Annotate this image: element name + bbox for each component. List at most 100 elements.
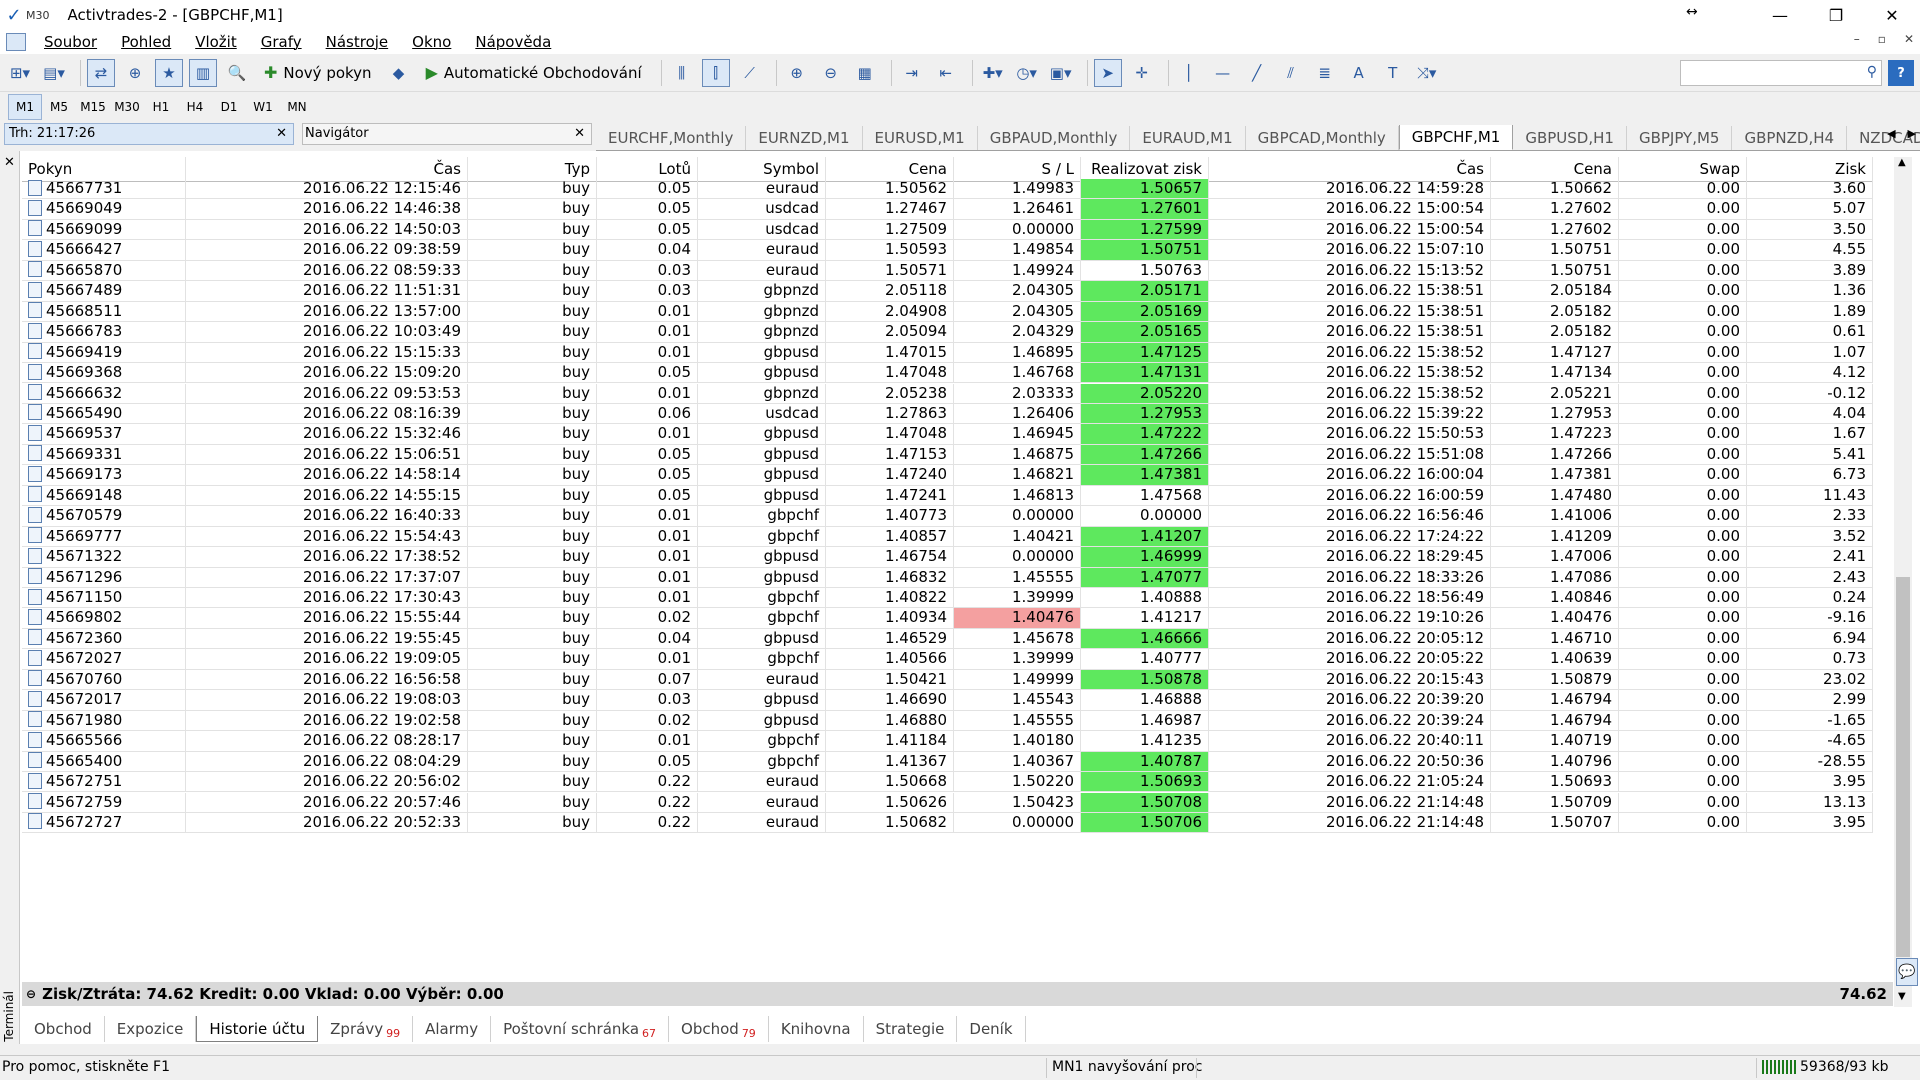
table-row[interactable]: 45665490 2016.06.22 08:16:39 buy 0.06 usdcad…: [22, 403, 1893, 425]
terminal-tab[interactable]: Poštovní schránka 67: [491, 1016, 670, 1042]
table-row[interactable]: 45666783 2016.06.22 10:03:49 buy 0.01 gbpnzd…: [22, 322, 1893, 343]
strategy-tester-icon[interactable]: 🔍: [223, 59, 251, 87]
table-row[interactable]: 45669419 2016.06.22 15:15:33 buy 0.01 gbpusd…: [22, 342, 1893, 364]
timeframe-m30[interactable]: M30: [110, 94, 144, 120]
table-row[interactable]: 45669537 2016.06.22 15:32:46 buy 0.01 gbpusd…: [22, 424, 1893, 445]
timeframe-d1[interactable]: D1: [212, 94, 246, 120]
close-icon[interactable]: ✕: [574, 126, 585, 141]
trendline-icon[interactable]: ╱: [1243, 59, 1271, 87]
chart-tab[interactable]: EURCHF,Monthly: [596, 126, 747, 150]
table-row[interactable]: 45665400 2016.06.22 08:04:29 buy 0.05 gbpchf…: [22, 751, 1893, 773]
chart-tab[interactable]: GBPAUD,Monthly: [978, 126, 1131, 150]
vertical-line-icon[interactable]: │: [1175, 59, 1203, 87]
table-row[interactable]: 45672027 2016.06.22 19:09:05 buy 0.01 gbpchf…: [22, 649, 1893, 670]
bar-chart-icon[interactable]: ⫼: [668, 59, 696, 87]
chart-tab[interactable]: GBPCAD,Monthly: [1246, 126, 1399, 150]
templates-icon[interactable]: ▣▾: [1047, 59, 1075, 87]
terminal-icon[interactable]: ▥: [189, 58, 217, 87]
timeframe-m15[interactable]: M15: [76, 94, 110, 120]
equidistant-channel-icon[interactable]: ⫽: [1277, 59, 1305, 87]
profiles-icon[interactable]: ▤▾: [40, 59, 68, 87]
terminal-tab[interactable]: Knihovna: [769, 1016, 864, 1042]
table-row[interactable]: 45667489 2016.06.22 11:51:31 buy 0.03 gbpnzd…: [22, 281, 1893, 302]
table-row[interactable]: 45671150 2016.06.22 17:30:43 buy 0.01 gbpchf…: [22, 588, 1893, 609]
table-row[interactable]: 45671322 2016.06.22 17:38:52 buy 0.01 gbpusd…: [22, 547, 1893, 568]
indicators-icon[interactable]: ✚▾: [979, 59, 1007, 87]
chart-shift-icon[interactable]: ⇤: [932, 59, 960, 87]
market-watch-icon[interactable]: ⇄: [87, 58, 115, 87]
table-row[interactable]: 45669148 2016.06.22 14:55:15 buy 0.05 gbpusd…: [22, 485, 1893, 507]
zoom-in-icon[interactable]: ⊕: [783, 59, 811, 87]
table-row[interactable]: 45672017 2016.06.22 19:08:03 buy 0.03 gbpusd…: [22, 690, 1893, 711]
terminal-tab[interactable]: Deník: [957, 1016, 1026, 1042]
fibonacci-icon[interactable]: ≣: [1311, 59, 1339, 87]
table-row[interactable]: 45668511 2016.06.22 13:57:00 buy 0.01 gbpnzd…: [22, 301, 1893, 323]
terminal-tab[interactable]: Expozice: [105, 1016, 197, 1042]
metaeditor-icon[interactable]: ◆: [385, 59, 413, 87]
menu-soubor[interactable]: Soubor: [32, 33, 109, 51]
new-order-button[interactable]: ✚ Nový pokyn: [257, 59, 379, 87]
data-window-icon[interactable]: ⊕: [121, 59, 149, 87]
terminal-tab[interactable]: Zprávy 99: [318, 1016, 414, 1042]
close-icon[interactable]: ✕: [276, 126, 287, 141]
auto-trading-button[interactable]: ▶ Automatické Obchodování: [419, 59, 649, 87]
terminal-close-icon[interactable]: ✕: [4, 155, 15, 170]
line-chart-icon[interactable]: ⟋: [736, 59, 764, 87]
table-row[interactable]: 45665566 2016.06.22 08:28:17 buy 0.01 gbpchf…: [22, 731, 1893, 752]
cursor-icon[interactable]: ➤: [1093, 58, 1122, 87]
terminal-tab[interactable]: Alarmy: [413, 1016, 492, 1042]
table-row[interactable]: 45666632 2016.06.22 09:53:53 buy 0.01 gbpnzd…: [22, 383, 1893, 404]
chart-tab[interactable]: GBPUSD,H1: [1513, 126, 1627, 150]
timeframe-m5[interactable]: M5: [42, 94, 76, 120]
candlestick-chart-icon[interactable]: ⫿: [701, 58, 730, 87]
menu-napoveda[interactable]: Nápověda: [463, 33, 563, 51]
chart-tab[interactable]: EURAUD,M1: [1130, 126, 1246, 150]
navigator-icon[interactable]: ★: [155, 58, 183, 87]
vertical-scrollbar[interactable]: ▲ ▼: [1894, 157, 1912, 1007]
table-row[interactable]: 45665870 2016.06.22 08:59:33 buy 0.03 euraud…: [22, 260, 1893, 282]
terminal-tab[interactable]: Obchod 79: [669, 1016, 769, 1042]
tab-scroll-right-icon[interactable]: ▶: [1908, 127, 1916, 140]
timeframe-w1[interactable]: W1: [246, 94, 280, 120]
menu-vlozit[interactable]: Vložit: [183, 33, 249, 51]
mdi-close-button[interactable]: ✕: [1904, 32, 1914, 46]
chat-icon[interactable]: 💬: [1896, 958, 1918, 986]
text-label-icon[interactable]: T: [1379, 59, 1407, 87]
table-row[interactable]: 45671296 2016.06.22 17:37:07 buy 0.01 gbpusd…: [22, 567, 1893, 588]
close-button[interactable]: ✕: [1864, 0, 1920, 30]
autoscroll-icon[interactable]: ⇥: [898, 59, 926, 87]
timeframe-h1[interactable]: H1: [144, 94, 178, 120]
table-row[interactable]: 45671980 2016.06.22 19:02:58 buy 0.02 gbpusd…: [22, 710, 1893, 732]
table-row[interactable]: 45670579 2016.06.22 16:40:33 buy 0.01 gbpchf…: [22, 506, 1893, 527]
minimize-button[interactable]: —: [1752, 0, 1808, 30]
table-row[interactable]: 45672727 2016.06.22 20:52:33 buy 0.22 euraud…: [22, 812, 1893, 834]
chart-tab[interactable]: EURUSD,M1: [863, 126, 978, 150]
terminal-tab[interactable]: Strategie: [864, 1016, 958, 1042]
menu-grafy[interactable]: Grafy: [249, 33, 314, 51]
tab-scroll-left-icon[interactable]: ◀: [1887, 127, 1895, 140]
maximize-button[interactable]: ❐: [1808, 0, 1864, 30]
menu-nastroje[interactable]: Nástroje: [314, 33, 401, 51]
chart-window-icon[interactable]: [6, 33, 26, 51]
table-row[interactable]: 45666427 2016.06.22 09:38:59 buy 0.04 euraud…: [22, 240, 1893, 261]
crosshair-icon[interactable]: ✛: [1128, 59, 1156, 87]
table-row[interactable]: 45670760 2016.06.22 16:56:58 buy 0.07 euraud…: [22, 669, 1893, 691]
mdi-restore-button[interactable]: ▫: [1878, 32, 1886, 46]
table-row[interactable]: 45672751 2016.06.22 20:56:02 buy 0.22 euraud…: [22, 772, 1893, 793]
collapse-icon[interactable]: ⊖: [26, 987, 36, 1001]
terminal-tab[interactable]: Obchod: [22, 1016, 105, 1042]
search-icon[interactable]: ⚲: [1867, 64, 1877, 80]
market-watch-panel[interactable]: Trh: 21:17:26 ✕: [4, 123, 294, 145]
tile-windows-icon[interactable]: ▦: [851, 59, 879, 87]
text-icon[interactable]: A: [1345, 59, 1373, 87]
table-row[interactable]: 45667731 2016.06.22 12:15:46 buy 0.05 euraud…: [22, 179, 1893, 200]
help-icon[interactable]: ?: [1888, 60, 1914, 86]
table-row[interactable]: 45669802 2016.06.22 15:55:44 buy 0.02 gbpchf…: [22, 608, 1893, 629]
table-row[interactable]: 45669331 2016.06.22 15:06:51 buy 0.05 gbpusd…: [22, 444, 1893, 466]
periods-icon[interactable]: ◷▾: [1013, 59, 1041, 87]
navigator-panel[interactable]: Navigátor ✕: [302, 123, 592, 145]
arrows-icon[interactable]: ⤨▾: [1413, 59, 1441, 87]
chart-tab[interactable]: EURNZD,M1: [746, 126, 863, 150]
mdi-minimize-button[interactable]: –: [1854, 32, 1860, 46]
scroll-down-icon[interactable]: ▼: [1898, 991, 1906, 1002]
